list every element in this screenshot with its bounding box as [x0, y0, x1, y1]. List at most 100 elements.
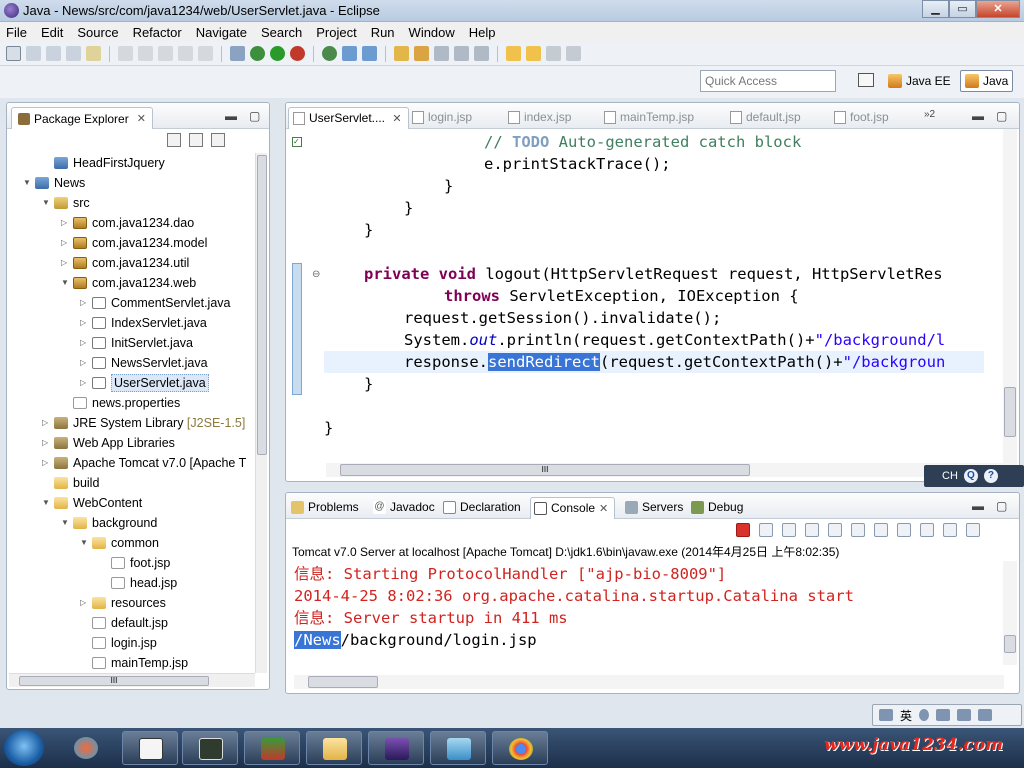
- tree-item[interactable]: ▷ JRE System Library [J2SE-1.5]: [7, 413, 255, 433]
- tree-item[interactable]: ▼ common: [7, 533, 255, 553]
- save-icon[interactable]: [26, 46, 41, 61]
- task-marker-icon[interactable]: ✓: [292, 137, 302, 147]
- next-annotation-icon[interactable]: [506, 46, 521, 61]
- quick-access-input[interactable]: Quick Access: [700, 70, 836, 92]
- scroll-lock-icon[interactable]: [828, 523, 842, 537]
- terminate-icon[interactable]: [198, 46, 213, 61]
- new-icon[interactable]: [6, 46, 21, 61]
- display-selected-console-icon[interactable]: [920, 523, 934, 537]
- expand-arrow-icon[interactable]: ▷: [61, 213, 71, 233]
- tree-item[interactable]: login.jsp: [7, 633, 255, 653]
- view-menu-icon[interactable]: [966, 523, 980, 537]
- tree-item[interactable]: ▷ NewsServlet.java: [7, 353, 255, 373]
- tree-item[interactable]: ▼ background: [7, 513, 255, 533]
- console-vertical-scrollbar[interactable]: [1003, 561, 1017, 665]
- expand-arrow-icon[interactable]: ▷: [61, 253, 71, 273]
- taskbar-app[interactable]: [122, 731, 178, 765]
- open-console-icon[interactable]: [943, 523, 957, 537]
- punctuation-icon[interactable]: [936, 709, 951, 721]
- terminate-icon[interactable]: [736, 523, 750, 537]
- moon-icon[interactable]: [919, 709, 930, 721]
- external-tools-icon[interactable]: [290, 46, 305, 61]
- show-on-error-icon[interactable]: [874, 523, 888, 537]
- new-java-project-icon[interactable]: [322, 46, 337, 61]
- tree-item[interactable]: build: [7, 473, 255, 493]
- collapse-arrow-icon[interactable]: ▼: [61, 273, 71, 293]
- editor-vertical-scrollbar[interactable]: [1003, 129, 1017, 469]
- console-output[interactable]: 信息: Starting ProtocolHandler ["ajp-bio-8…: [294, 563, 854, 651]
- console-horizontal-scrollbar[interactable]: [294, 675, 1004, 689]
- menu-run[interactable]: Run: [371, 25, 395, 40]
- tab-debug[interactable]: Debug: [688, 497, 743, 519]
- taskbar-app[interactable]: [182, 731, 238, 765]
- menu-source[interactable]: Source: [77, 25, 118, 40]
- run-icon[interactable]: [270, 46, 285, 61]
- open-folder-icon[interactable]: [394, 46, 409, 61]
- tree-item[interactable]: foot.jsp: [7, 553, 255, 573]
- minimize-view-icon[interactable]: ▬: [225, 109, 237, 123]
- menu-file[interactable]: File: [6, 25, 27, 40]
- view-menu-icon[interactable]: [211, 133, 225, 147]
- print-icon[interactable]: [66, 46, 81, 61]
- back-icon[interactable]: [546, 46, 561, 61]
- tab-servers[interactable]: Servers: [622, 497, 683, 519]
- taskbar-chrome[interactable]: [492, 731, 548, 765]
- show-on-output-icon[interactable]: [851, 523, 865, 537]
- expand-arrow-icon[interactable]: ▷: [42, 453, 52, 473]
- new-package-icon[interactable]: [342, 46, 357, 61]
- expand-arrow-icon[interactable]: ▷: [80, 593, 90, 613]
- undo-icon[interactable]: [118, 46, 133, 61]
- tree-item[interactable]: ▷ Web App Libraries: [7, 433, 255, 453]
- open-type-icon[interactable]: [86, 46, 101, 61]
- maximize-view-icon[interactable]: ▢: [249, 109, 260, 123]
- tree-item[interactable]: HeadFirstJquery: [7, 153, 255, 173]
- taskbar-app[interactable]: [58, 731, 114, 765]
- start-button[interactable]: [4, 730, 44, 766]
- more-tabs-button[interactable]: »2: [924, 109, 935, 120]
- tree-item[interactable]: ▷ IndexServlet.java: [7, 313, 255, 333]
- ime-icon[interactable]: [879, 709, 893, 721]
- tab-declaration[interactable]: Declaration: [440, 497, 521, 519]
- fold-toggle-icon[interactable]: ⊖: [312, 269, 320, 280]
- tree-item[interactable]: ▷ CommentServlet.java: [7, 293, 255, 313]
- taskbar-app[interactable]: [244, 731, 300, 765]
- maximize-view-icon[interactable]: ▢: [996, 109, 1007, 123]
- collapse-arrow-icon[interactable]: ▼: [23, 173, 33, 193]
- taskbar-explorer[interactable]: [306, 731, 362, 765]
- save-all-icon[interactable]: [46, 46, 61, 61]
- tree-item[interactable]: ▷ resources: [7, 593, 255, 613]
- language-bar[interactable]: 英: [872, 704, 1022, 726]
- close-icon[interactable]: ✕: [137, 112, 146, 125]
- redo-icon[interactable]: [138, 46, 153, 61]
- expand-arrow-icon[interactable]: ▷: [42, 413, 52, 433]
- tab-index-jsp[interactable]: index.jsp: [504, 107, 571, 129]
- tree-item[interactable]: mainTemp.jsp: [7, 653, 255, 673]
- tab-userservlet[interactable]: UserServlet.... ✕: [288, 107, 409, 129]
- collapse-arrow-icon[interactable]: ▼: [61, 513, 71, 533]
- new-class-icon[interactable]: [362, 46, 377, 61]
- remove-all-terminated-icon[interactable]: [782, 523, 796, 537]
- remove-launch-icon[interactable]: [759, 523, 773, 537]
- resume-icon[interactable]: [158, 46, 173, 61]
- tree-item[interactable]: ▷ com.java1234.model: [7, 233, 255, 253]
- minimize-view-icon[interactable]: ▬: [972, 109, 984, 123]
- prev-annotation-icon[interactable]: [526, 46, 541, 61]
- suspend-icon[interactable]: [178, 46, 193, 61]
- tree-item[interactable]: ▼ WebContent: [7, 493, 255, 513]
- clear-console-icon[interactable]: [805, 523, 819, 537]
- tree-item[interactable]: ▼ News: [7, 173, 255, 193]
- help-icon[interactable]: ?: [983, 469, 998, 483]
- collapse-arrow-icon[interactable]: ▼: [42, 193, 52, 213]
- tab-package-explorer[interactable]: Package Explorer ✕: [11, 107, 153, 129]
- close-icon[interactable]: ✕: [599, 503, 608, 515]
- tree-horizontal-scrollbar[interactable]: III: [9, 673, 255, 687]
- tree-item[interactable]: news.properties: [7, 393, 255, 413]
- tree-item[interactable]: head.jsp: [7, 573, 255, 593]
- collapse-arrow-icon[interactable]: ▼: [80, 533, 90, 553]
- skip-breakpoints-icon[interactable]: [230, 46, 245, 61]
- perspective-java-ee[interactable]: Java EE: [884, 70, 955, 92]
- tree-item[interactable]: ▷ com.java1234.dao: [7, 213, 255, 233]
- tab-javadoc[interactable]: @ Javadoc: [370, 497, 435, 519]
- expand-arrow-icon[interactable]: ▷: [80, 353, 90, 373]
- menu-edit[interactable]: Edit: [41, 25, 63, 40]
